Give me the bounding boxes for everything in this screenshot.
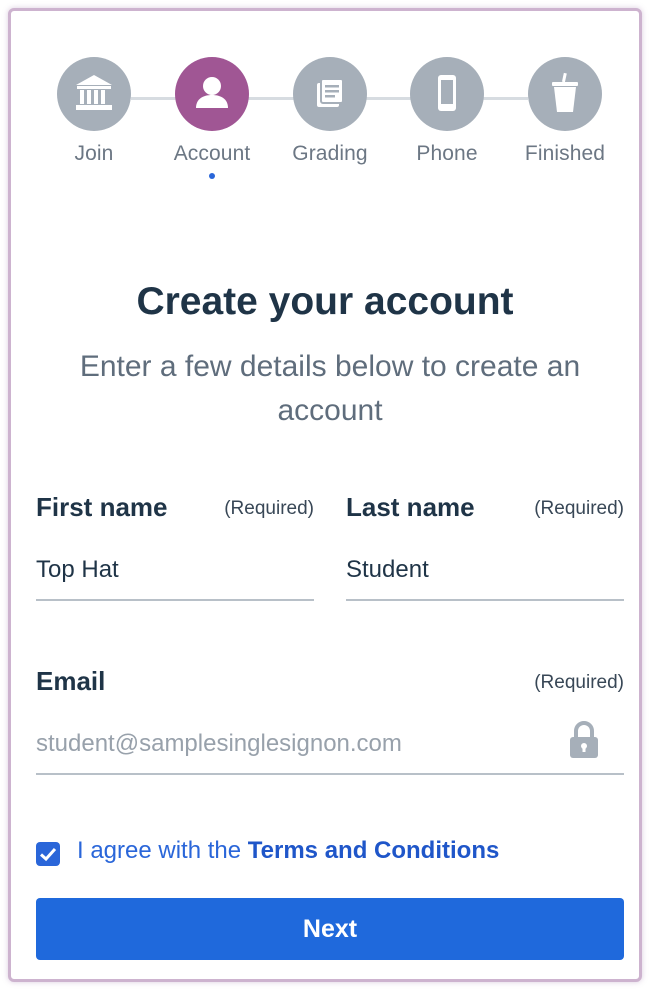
checkmark-icon <box>39 847 57 862</box>
first-name-field[interactable]: First name (Required) Top Hat <box>36 492 314 604</box>
last-name-field[interactable]: Last name (Required) Student <box>346 492 624 604</box>
email-field[interactable]: Email (Required) student@samplesinglesig… <box>36 666 624 778</box>
next-button[interactable]: Next <box>36 898 624 960</box>
step-label: Phone <box>416 142 478 165</box>
terms-checkbox[interactable] <box>36 842 60 866</box>
last-name-underline <box>346 599 624 601</box>
required-hint: (Required) <box>534 672 624 693</box>
required-hint: (Required) <box>534 498 624 519</box>
page-subtitle: Enter a few details below to create an a… <box>79 350 581 427</box>
step-account[interactable]: Account <box>153 57 271 179</box>
email-input[interactable]: student@samplesinglesignon.com <box>36 730 402 758</box>
terms-prefix: I agree with the <box>77 837 248 864</box>
progress-stepper: Join Account Grading Phone Finished <box>0 0 650 190</box>
step-label: Finished <box>524 142 606 165</box>
step-phone[interactable]: Phone <box>388 57 506 166</box>
lock-icon <box>570 721 598 758</box>
step-join[interactable]: Join <box>35 57 153 166</box>
cup-icon <box>552 72 578 112</box>
step-grading[interactable]: Grading <box>271 57 389 166</box>
first-name-underline <box>36 599 314 601</box>
step-account-circle <box>175 57 249 131</box>
step-join-circle <box>57 57 131 131</box>
required-hint: (Required) <box>224 498 314 519</box>
last-name-label: Last name <box>346 492 475 522</box>
step-label: Account <box>173 142 251 165</box>
step-label: Grading <box>292 142 368 165</box>
phone-icon <box>438 75 456 111</box>
terms-link[interactable]: Terms and Conditions <box>248 837 500 864</box>
user-icon <box>196 77 228 108</box>
active-step-indicator <box>209 173 215 179</box>
grading-icon <box>317 78 344 107</box>
terms-agreement: I agree with the Terms and Conditions <box>77 837 499 865</box>
email-label: Email <box>36 666 106 696</box>
email-underline <box>36 773 624 775</box>
page-title: Create your account <box>136 280 514 323</box>
step-finished-circle <box>528 57 602 131</box>
step-label: Join <box>74 142 114 165</box>
first-name-input[interactable]: Top Hat <box>36 556 119 584</box>
step-finished[interactable]: Finished <box>506 57 624 166</box>
step-grading-circle <box>293 57 367 131</box>
last-name-input[interactable]: Student <box>346 556 429 584</box>
step-phone-circle <box>410 57 484 131</box>
first-name-label: First name <box>36 492 168 522</box>
bank-icon <box>76 75 112 110</box>
